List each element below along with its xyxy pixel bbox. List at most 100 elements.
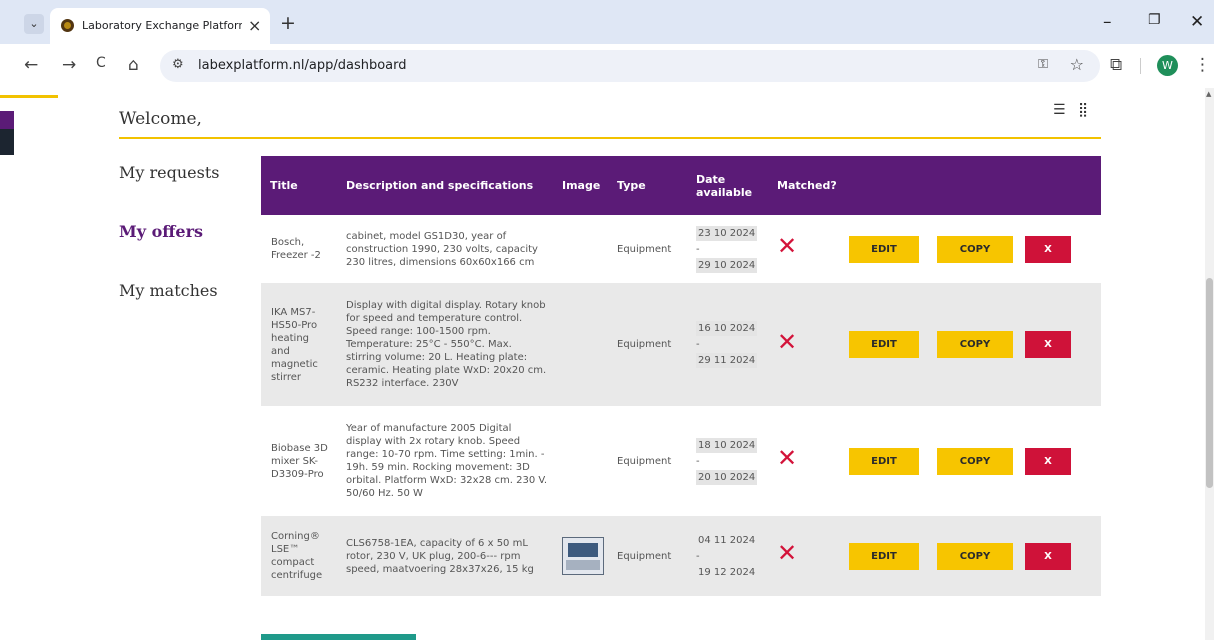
nav-my-matches[interactable]: My matches [119, 281, 218, 300]
row-type: Equipment [611, 406, 690, 516]
copy-button[interactable]: COPY [937, 331, 1013, 358]
date-to: 20 10 2024 [696, 469, 758, 485]
col-date: Date available [690, 156, 771, 215]
password-key-icon[interactable]: ⚿ [1038, 57, 1048, 72]
underlying-window-accent [0, 111, 14, 129]
table-row: Biobase 3D mixer SK-D3309-Pro Year of ma… [261, 406, 1101, 516]
edit-button[interactable]: EDIT [849, 235, 919, 263]
date-separator: - [696, 339, 700, 350]
row-date: 18 10 2024 - 20 10 2024 [690, 406, 771, 516]
browser-toolbar: ← → C ⌂ ⚙ labexplatform.nl/app/dashboard… [0, 44, 1214, 88]
row-type: Equipment [611, 516, 690, 596]
reload-icon[interactable]: C [96, 55, 106, 71]
not-matched-icon: ✕ [777, 539, 798, 567]
row-image [556, 215, 611, 283]
site-info-icon[interactable]: ⚙ [172, 57, 184, 72]
row-date: 04 11 2024 - 19 12 2024 [690, 516, 771, 596]
row-image [556, 406, 611, 516]
bookmark-star-icon[interactable]: ☆ [1070, 55, 1084, 74]
date-from: 18 10 2024 [696, 437, 758, 453]
tab-close-icon[interactable]: × [248, 16, 261, 35]
col-image: Image [556, 156, 611, 215]
table-row: Bosch, Freezer -2 cabinet, model GS1D30,… [261, 215, 1101, 283]
row-type: Equipment [611, 283, 690, 406]
edit-button[interactable]: EDIT [849, 447, 919, 475]
col-matched: Matched? [771, 156, 843, 215]
view-toggle: ☰ ⣿ [1053, 102, 1096, 118]
row-image [556, 516, 611, 596]
row-title: Bosch, Freezer -2 [261, 215, 336, 283]
browser-menu-icon[interactable]: ⋮ [1194, 55, 1211, 75]
col-description: Description and specifications [336, 156, 556, 215]
extensions-icon[interactable]: ⧉ [1110, 55, 1122, 75]
forward-icon[interactable]: → [62, 55, 76, 75]
centrifuge-thumbnail[interactable] [562, 537, 604, 575]
row-type: Equipment [611, 215, 690, 283]
underlying-window-accent [0, 129, 14, 155]
col-title: Title [261, 156, 336, 215]
nav-my-requests[interactable]: My requests [119, 163, 220, 182]
welcome-divider [119, 137, 1101, 139]
delete-button[interactable]: X [1025, 447, 1071, 475]
underlying-window-accent [0, 95, 58, 98]
row-title: Biobase 3D mixer SK-D3309-Pro [261, 406, 336, 516]
profile-avatar[interactable]: W [1157, 55, 1178, 76]
nav-my-offers[interactable]: My offers [119, 222, 203, 241]
row-title: Corning® LSE™ compact centrifuge [261, 516, 336, 596]
scroll-thumb[interactable] [1206, 278, 1213, 488]
scroll-up-icon[interactable]: ▲ [1206, 90, 1211, 98]
edit-button[interactable]: EDIT [849, 542, 919, 570]
col-type: Type [611, 156, 690, 215]
not-matched-icon: ✕ [777, 444, 798, 472]
col-edit [843, 156, 931, 215]
date-separator: - [696, 550, 700, 562]
row-image [556, 283, 611, 406]
row-matched: ✕ [771, 215, 843, 283]
copy-button[interactable]: COPY [937, 447, 1013, 475]
minimize-button[interactable]: – [1103, 12, 1112, 32]
date-from: 23 10 2024 [696, 225, 758, 241]
date-from: 16 10 2024 [696, 321, 758, 336]
row-description: cabinet, model GS1D30, year of construct… [336, 215, 556, 283]
delete-button[interactable]: X [1025, 331, 1071, 358]
close-window-button[interactable]: ✕ [1190, 12, 1204, 32]
edit-button[interactable]: EDIT [849, 331, 919, 358]
col-date-line1: Date [696, 172, 726, 186]
list-view-icon[interactable]: ☰ [1053, 102, 1066, 118]
row-description: Year of manufacture 2005 Digital display… [336, 406, 556, 516]
delete-button[interactable]: X [1025, 235, 1071, 263]
date-to: 29 10 2024 [696, 257, 758, 273]
active-tab[interactable]: Laboratory Exchange Platform ( × [50, 8, 270, 44]
col-delete [1019, 156, 1101, 215]
date-to: 19 12 2024 [698, 566, 756, 578]
toolbar-divider [1140, 58, 1141, 74]
url-text[interactable]: labexplatform.nl/app/dashboard [198, 58, 407, 73]
page-scrollbar[interactable]: ▲ [1205, 88, 1214, 640]
tab-search-button[interactable]: ⌄ [24, 14, 44, 34]
favicon-icon [61, 19, 74, 32]
delete-button[interactable]: X [1025, 542, 1071, 570]
address-bar[interactable]: ⚙ labexplatform.nl/app/dashboard ⚿ ☆ [160, 50, 1100, 82]
row-matched: ✕ [771, 406, 843, 516]
table-row: Corning® LSE™ compact centrifuge CLS6758… [261, 516, 1101, 596]
table-header-row: Title Description and specifications Ima… [261, 156, 1101, 215]
row-title: IKA MS7-HS50-Pro heating and magnetic st… [261, 283, 336, 406]
home-icon[interactable]: ⌂ [128, 55, 139, 75]
row-description: CLS6758-1EA, capacity of 6 x 50 mL rotor… [336, 516, 556, 596]
tab-strip: ⌄ Laboratory Exchange Platform ( × + – ❐… [0, 0, 1214, 44]
back-icon[interactable]: ← [24, 55, 38, 75]
not-matched-icon: ✕ [777, 327, 798, 356]
tab-title: Laboratory Exchange Platform ( [82, 19, 242, 32]
browser-chrome: ⌄ Laboratory Exchange Platform ( × + – ❐… [0, 0, 1214, 88]
copy-button[interactable]: COPY [937, 542, 1013, 570]
grid-view-icon[interactable]: ⣿ [1078, 102, 1088, 118]
page-content: Welcome, ☰ ⣿ My requests My offers My ma… [0, 88, 1214, 640]
welcome-heading: Welcome, [119, 109, 202, 129]
row-matched: ✕ [771, 516, 843, 596]
col-copy [931, 156, 1019, 215]
date-separator: - [696, 455, 700, 467]
add-offer-button-partial[interactable] [261, 634, 416, 640]
new-tab-button[interactable]: + [280, 12, 296, 34]
maximize-button[interactable]: ❐ [1148, 12, 1161, 28]
copy-button[interactable]: COPY [937, 235, 1013, 263]
